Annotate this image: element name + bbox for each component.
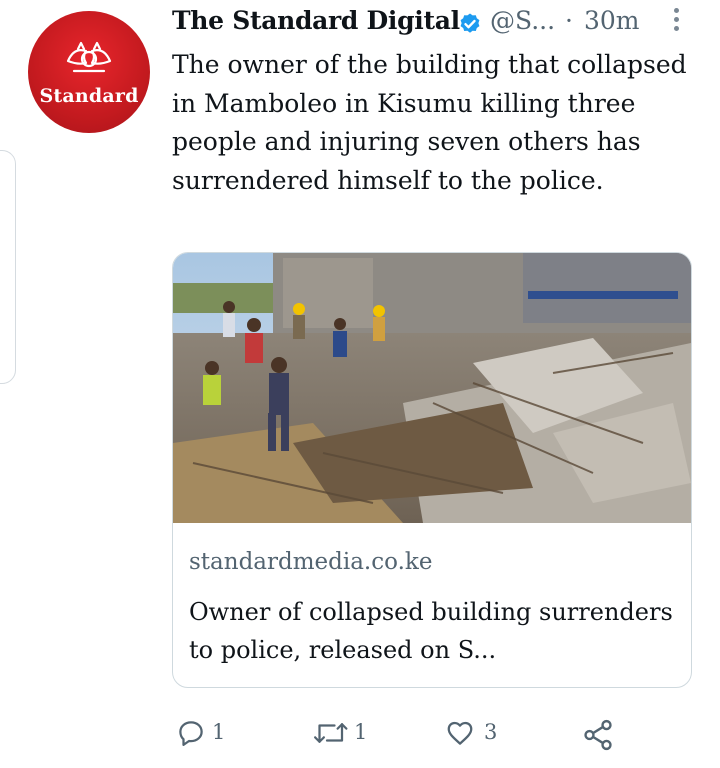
reply-icon: [179, 721, 203, 746]
like-count: 3: [484, 720, 498, 744]
share-button[interactable]: [580, 712, 620, 758]
like-button[interactable]: 3: [444, 712, 514, 758]
tweet-text: The owner of the building that collapsed…: [172, 50, 687, 195]
more-options-icon[interactable]: [672, 8, 680, 38]
retweet-button[interactable]: 1: [312, 712, 392, 758]
share-icon: [584, 719, 612, 751]
account-name[interactable]: The Standard Digital: [172, 6, 460, 35]
reply-button[interactable]: 1: [176, 712, 246, 758]
link-card[interactable]: standardmedia.co.ke Owner of collapsed b…: [172, 252, 692, 688]
tweet-header: The Standard Digital @S... · 30m: [172, 6, 712, 44]
timestamp[interactable]: 30m: [584, 6, 640, 35]
collapsed-building-photo: [173, 253, 691, 523]
avatar[interactable]: Standard: [28, 11, 150, 133]
retweet-icon: [314, 723, 348, 743]
verified-badge-icon: [460, 13, 480, 33]
avatar-wordmark: Standard: [39, 85, 139, 107]
standard-crest-logo: [66, 41, 112, 73]
adjacent-card-edge: [0, 150, 16, 384]
heart-icon: [447, 721, 473, 745]
link-card-title: Owner of collapsed building surrenders t…: [189, 598, 673, 664]
separator-dot: ·: [565, 6, 573, 35]
reply-count: 1: [212, 720, 226, 744]
retweet-count: 1: [354, 720, 368, 744]
link-card-domain: standardmedia.co.ke: [189, 549, 433, 575]
tweet-actions: 1 1 3: [172, 712, 692, 762]
account-handle[interactable]: @S...: [490, 6, 555, 35]
